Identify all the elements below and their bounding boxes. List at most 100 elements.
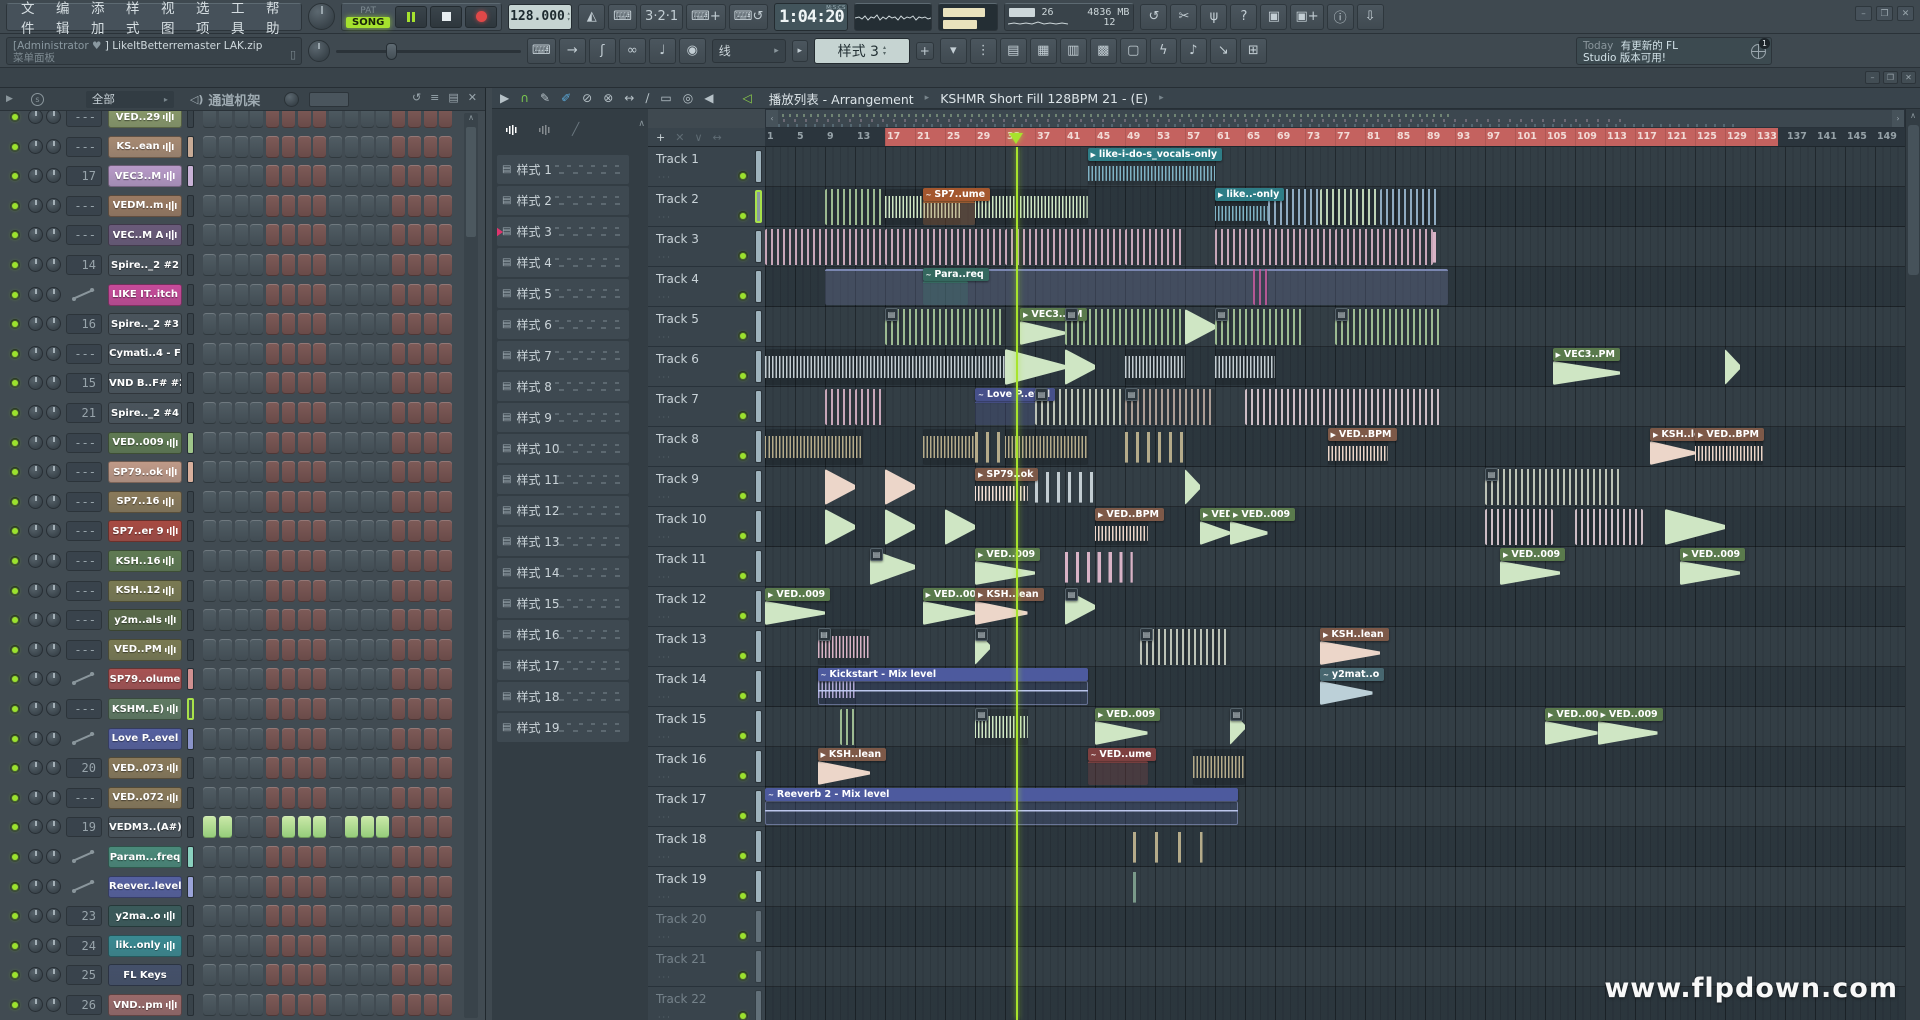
- channel-target-number[interactable]: ---: [66, 640, 102, 660]
- step-cell[interactable]: [298, 580, 311, 602]
- step-cell[interactable]: [219, 757, 232, 779]
- pattern-item[interactable]: ▤样式 2: [497, 186, 629, 215]
- playlist-clip[interactable]: [975, 188, 1088, 226]
- playlist-clip[interactable]: [885, 228, 1005, 266]
- playlist-clip[interactable]: [1125, 428, 1185, 466]
- channel-target-number[interactable]: ---: [66, 462, 102, 482]
- step-cell[interactable]: [298, 964, 311, 986]
- step-cell[interactable]: [282, 284, 295, 306]
- step-cell[interactable]: [439, 964, 452, 986]
- channel-swatch[interactable]: [187, 698, 194, 720]
- channel-button[interactable]: Spire.._2 #3: [108, 313, 182, 335]
- step-cell[interactable]: [424, 668, 437, 690]
- playlist-clip[interactable]: [923, 428, 976, 466]
- playlist-clip[interactable]: [1133, 828, 1141, 866]
- step-cell[interactable]: [345, 580, 358, 602]
- channel-volume-knob[interactable]: [46, 583, 61, 598]
- track-enable-led[interactable]: [738, 531, 748, 541]
- step-cell[interactable]: [250, 402, 263, 424]
- step-cell[interactable]: [313, 639, 326, 661]
- playlist-clip[interactable]: ▶VED..BPM: [1328, 428, 1388, 466]
- step-cell[interactable]: [329, 402, 342, 424]
- step-cell[interactable]: [235, 402, 248, 424]
- step-cell[interactable]: [345, 224, 358, 246]
- bpm-display[interactable]: 128.000 ▴▾: [508, 4, 572, 30]
- channel-swatch[interactable]: [187, 935, 194, 957]
- step-cell[interactable]: [235, 432, 248, 454]
- step-cell[interactable]: [392, 550, 405, 572]
- step-cell[interactable]: [345, 787, 358, 809]
- playlist-clip[interactable]: [1133, 868, 1141, 906]
- step-cell[interactable]: [408, 994, 421, 1016]
- step-cell[interactable]: [361, 668, 374, 690]
- channel-volume-knob[interactable]: [46, 760, 61, 775]
- step-cell[interactable]: [250, 491, 263, 513]
- step-cell[interactable]: [266, 165, 279, 187]
- channel-button[interactable]: VED..073: [108, 757, 182, 779]
- step-cell[interactable]: [439, 372, 452, 394]
- step-cell[interactable]: [313, 698, 326, 720]
- step-cell[interactable]: [408, 343, 421, 365]
- channel-swatch[interactable]: [187, 111, 194, 128]
- channel-button[interactable]: VED..29: [108, 111, 182, 128]
- playlist-timeline[interactable]: 1591317212529333741454953576165697377818…: [765, 128, 1905, 147]
- step-cell[interactable]: [439, 816, 452, 838]
- channel-enable-led[interactable]: [10, 378, 20, 388]
- step-cell[interactable]: [266, 254, 279, 276]
- step-cell[interactable]: [235, 816, 248, 838]
- step-cell[interactable]: [361, 846, 374, 868]
- step-cell[interactable]: [439, 876, 452, 898]
- step-cell[interactable]: [345, 461, 358, 483]
- channel-target-number[interactable]: ---: [66, 699, 102, 719]
- tab-automation[interactable]: ╱: [572, 122, 579, 136]
- track-enable-led[interactable]: [738, 971, 748, 981]
- step-cell[interactable]: [282, 195, 295, 217]
- channel-pan-knob[interactable]: [28, 316, 43, 331]
- playlist-clip[interactable]: [1155, 828, 1163, 866]
- step-cell[interactable]: [424, 964, 437, 986]
- step-cell[interactable]: [298, 136, 311, 158]
- undo-icon[interactable]: ↺: [1140, 4, 1167, 30]
- playlist-clip[interactable]: ▶VED..009: [1200, 508, 1230, 546]
- step-cell[interactable]: [376, 461, 389, 483]
- step-cell[interactable]: [376, 491, 389, 513]
- step-cell[interactable]: [298, 284, 311, 306]
- step-cell[interactable]: [313, 195, 326, 217]
- playlist-clip[interactable]: ▶VED..009: [1598, 708, 1658, 746]
- step-cell[interactable]: [345, 609, 358, 631]
- channel-button[interactable]: SP79..ok: [108, 461, 182, 483]
- step-cell[interactable]: [266, 639, 279, 661]
- channel-pan-knob[interactable]: [28, 967, 43, 982]
- step-cell[interactable]: [203, 876, 216, 898]
- song-mode-button[interactable]: SONG: [346, 17, 390, 28]
- step-cell[interactable]: [392, 432, 405, 454]
- download-icon[interactable]: ⇩: [1357, 4, 1384, 30]
- swing-icon[interactable]: s: [31, 93, 44, 106]
- step-cell[interactable]: [219, 728, 232, 750]
- step-cell[interactable]: [329, 432, 342, 454]
- step-cell[interactable]: [408, 491, 421, 513]
- step-cell[interactable]: [203, 195, 216, 217]
- step-cell[interactable]: [203, 491, 216, 513]
- step-cell[interactable]: [203, 343, 216, 365]
- channel-swatch[interactable]: [187, 224, 194, 246]
- step-cell[interactable]: [329, 284, 342, 306]
- step-cell[interactable]: [266, 728, 279, 750]
- step-cell[interactable]: [282, 313, 295, 335]
- step-cell[interactable]: [250, 846, 263, 868]
- step-cell[interactable]: [298, 994, 311, 1016]
- step-cell[interactable]: [424, 905, 437, 927]
- playlist-clip[interactable]: ▶VED..009: [1545, 708, 1598, 746]
- step-cell[interactable]: [282, 639, 295, 661]
- step-cell[interactable]: [282, 905, 295, 927]
- stop-button[interactable]: [430, 6, 462, 28]
- snap-selector[interactable]: 线 ▸: [712, 39, 786, 63]
- track-swatch[interactable]: [755, 430, 762, 463]
- playlist-clip[interactable]: [1200, 828, 1208, 866]
- playlist-clip[interactable]: ▶KSH..lean: [818, 748, 871, 786]
- playlist-clip[interactable]: ~y2mat..o: [1320, 668, 1373, 706]
- step-cell[interactable]: [408, 461, 421, 483]
- add-pattern-button[interactable]: +: [916, 42, 934, 60]
- channel-button[interactable]: y2ma..o: [108, 905, 182, 927]
- channel-enable-led[interactable]: [10, 526, 20, 536]
